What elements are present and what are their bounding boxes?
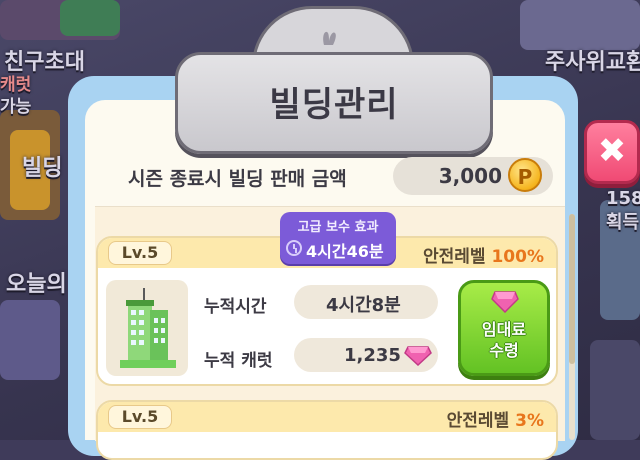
- safety-percent: 3%: [515, 411, 544, 431]
- accumulated-time-label: 누적시간: [204, 297, 267, 317]
- gem-icon: [404, 346, 432, 367]
- safety-level: 안전레벨 3%: [447, 406, 544, 431]
- dialog-title: 빌딩관리: [269, 85, 399, 125]
- rent-button-line1: 임대료: [481, 320, 527, 339]
- safety-level: 안전레벨 100%: [423, 242, 544, 267]
- list-scrollbar[interactable]: [569, 214, 575, 440]
- close-button[interactable]: ✖: [584, 120, 640, 184]
- close-x-icon: ✖: [597, 131, 627, 171]
- coin-p-icon: P: [508, 158, 542, 192]
- bonus-time: 4시간46분: [306, 242, 384, 261]
- available-label: 가능: [0, 97, 32, 117]
- building-image-box: [106, 280, 188, 376]
- season-end-sale-label: 시즌 종료시 빌딩 판매 금액: [128, 168, 347, 190]
- safety-label: 안전레벨: [446, 411, 510, 431]
- gem-icon: [491, 291, 519, 317]
- collect-rent-button[interactable]: 임대료 수령: [458, 280, 550, 376]
- safety-percent: 100%: [491, 247, 544, 267]
- right-count-label: 158: [606, 188, 640, 209]
- rent-button-line2: 수령: [489, 341, 519, 360]
- today-label[interactable]: 오늘의: [6, 266, 67, 298]
- accumulated-carat-value: 1,235: [344, 345, 401, 366]
- premium-repair-bonus-tag: 고급 보수 효과 4시간46분: [280, 212, 396, 264]
- building-card: Lv.5 안전레벨 3%: [96, 400, 558, 460]
- level-badge: Lv.5: [108, 405, 172, 429]
- level-badge: Lv.5: [108, 241, 172, 265]
- gift-box-icon: [60, 0, 120, 36]
- dice-icon: [520, 0, 640, 50]
- card-header: Lv.5 안전레벨 3%: [98, 402, 556, 432]
- scrollbar-thumb[interactable]: [569, 214, 575, 364]
- rabbit-icon: [319, 29, 341, 47]
- dice-exchange-label[interactable]: 주사위교환: [545, 44, 640, 76]
- sale-amount-value: 3,000: [438, 164, 502, 188]
- clock-icon: [286, 240, 302, 256]
- accumulated-time-value: 4시간8분: [326, 295, 401, 316]
- building-label[interactable]: 빌딩: [22, 150, 62, 182]
- accumulated-carat-label: 누적 캐럿: [204, 351, 273, 371]
- bonus-title: 고급 보수 효과: [297, 220, 379, 235]
- safety-label: 안전레벨: [422, 247, 486, 267]
- right-earn-label: 획득: [606, 212, 640, 233]
- green-building-icon: [120, 288, 176, 368]
- title-plaque: 빌딩관리: [175, 52, 493, 154]
